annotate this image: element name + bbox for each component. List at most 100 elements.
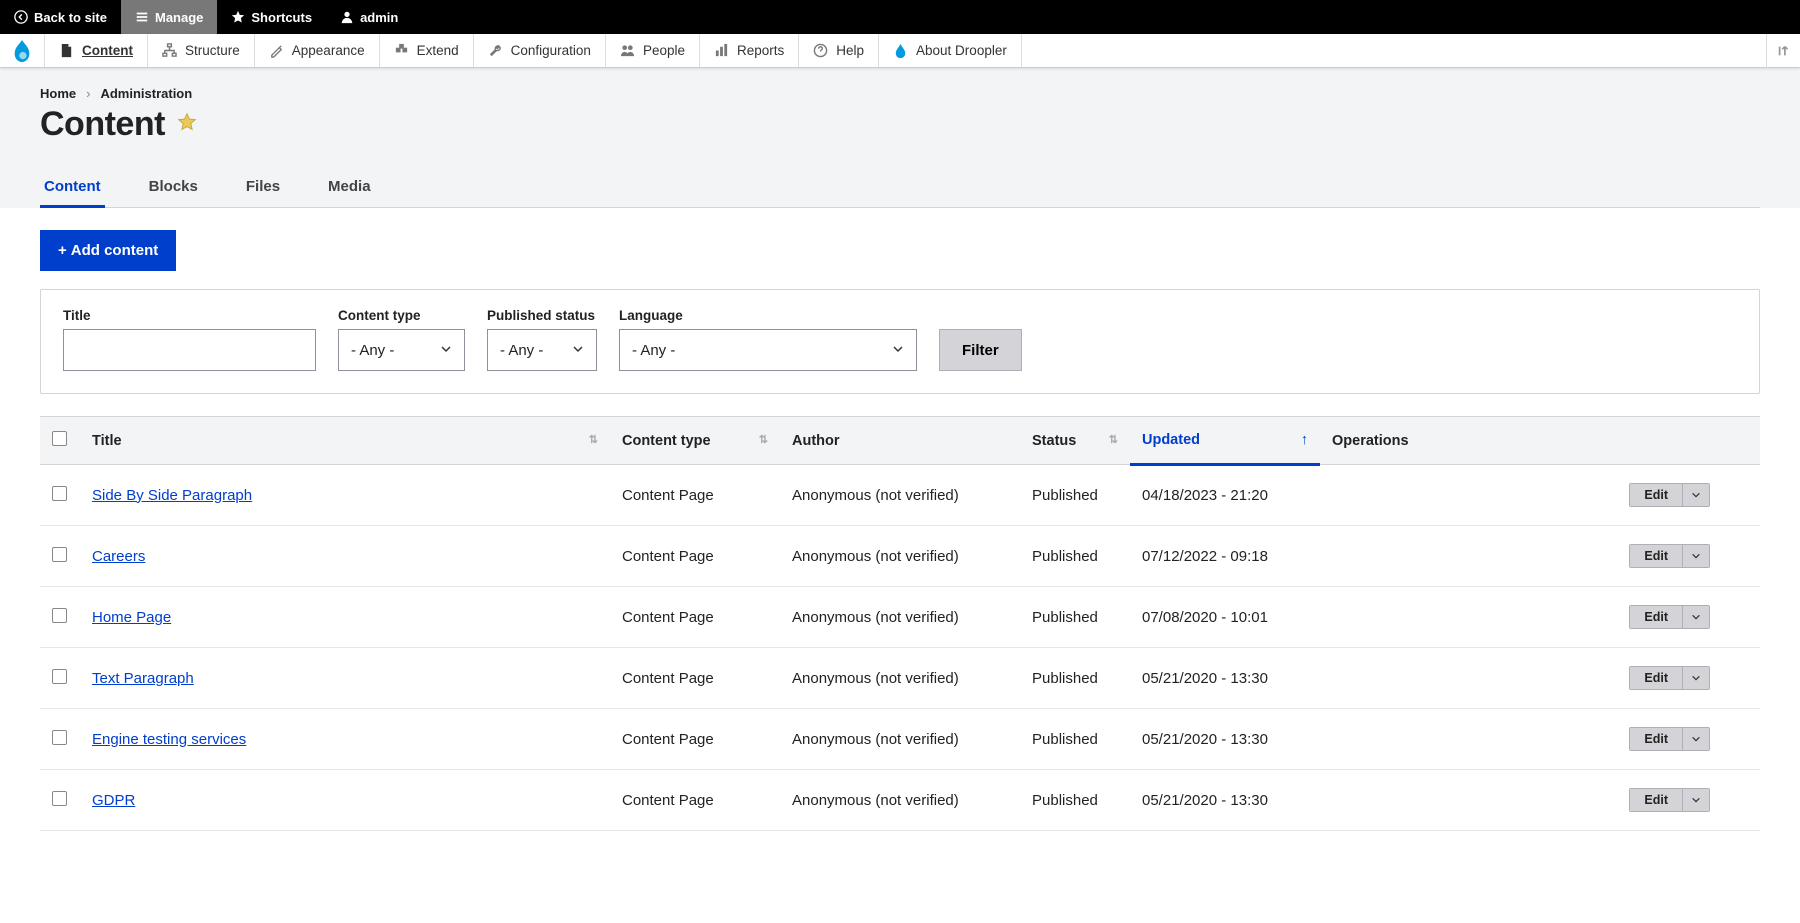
edit-button[interactable]: Edit (1630, 484, 1683, 506)
cell-status: Published (1020, 648, 1130, 709)
user-menu[interactable]: admin (326, 0, 412, 34)
admin-menu-label: Help (836, 43, 864, 58)
table-row: Careers Content PageAnonymous (not verifi… (40, 526, 1760, 587)
content-title-link[interactable]: Text Paragraph (92, 670, 194, 687)
appearance-icon (269, 43, 284, 58)
admin-menu-extend[interactable]: Extend (380, 34, 474, 67)
user-icon (340, 10, 354, 24)
cell-author: Anonymous (not verified) (780, 526, 1020, 587)
col-header-title[interactable]: Title⇅ (80, 417, 610, 465)
reports-icon (714, 43, 729, 58)
content-title-link[interactable]: Engine testing services (92, 731, 246, 748)
sort-icon: ⇅ (1109, 433, 1118, 446)
filter-language-select[interactable]: - Any - (619, 329, 917, 371)
filter-title-input[interactable] (63, 329, 316, 371)
cell-author: Anonymous (not verified) (780, 709, 1020, 770)
operations-dropbutton: Edit (1629, 666, 1710, 690)
admin-menu-configuration[interactable]: Configuration (474, 34, 606, 67)
wrench-icon (488, 43, 503, 58)
table-row: Home PageContent PageAnonymous (not veri… (40, 587, 1760, 648)
col-header-content-type[interactable]: Content type⇅ (610, 417, 780, 465)
tab-content[interactable]: Content (40, 168, 105, 207)
admin-menu-label: Content (82, 43, 133, 58)
select-all-checkbox[interactable] (52, 431, 67, 446)
operations-dropbutton: Edit (1629, 727, 1710, 751)
drupal-logo[interactable] (0, 34, 45, 67)
admin-menu-label: People (643, 43, 685, 58)
row-checkbox[interactable] (52, 486, 67, 501)
breadcrumb-home[interactable]: Home (40, 86, 76, 101)
operations-dropbutton: Edit (1629, 788, 1710, 812)
admin-menu-people[interactable]: People (606, 34, 700, 67)
admin-menu-about-droopler[interactable]: About Droopler (879, 34, 1022, 67)
content-title-link[interactable]: GDPR (92, 792, 135, 809)
chevron-down-icon (572, 342, 584, 359)
col-header-status[interactable]: Status⇅ (1020, 417, 1130, 465)
sort-icon: ⇅ (759, 433, 768, 446)
filter-content-type-select[interactable]: - Any - (338, 329, 465, 371)
file-icon (59, 43, 74, 58)
hamburger-icon (135, 10, 149, 24)
tab-media[interactable]: Media (324, 168, 375, 207)
cell-content-type: Content Page (610, 709, 780, 770)
filter-title-label: Title (63, 308, 316, 323)
row-checkbox[interactable] (52, 669, 67, 684)
toolbar-orientation-toggle[interactable] (1766, 34, 1800, 68)
dropbutton-toggle[interactable] (1683, 484, 1709, 506)
content-title-link[interactable]: Home Page (92, 609, 171, 626)
shortcuts-label: Shortcuts (251, 10, 312, 25)
shortcuts-link[interactable]: Shortcuts (217, 0, 326, 34)
col-header-updated[interactable]: Updated↑ (1130, 417, 1320, 465)
col-header-author[interactable]: Author (780, 417, 1020, 465)
row-checkbox[interactable] (52, 547, 67, 562)
tab-blocks[interactable]: Blocks (145, 168, 202, 207)
edit-button[interactable]: Edit (1630, 789, 1683, 811)
extend-icon (394, 43, 409, 58)
content-title-link[interactable]: Side By Side Paragraph (92, 487, 252, 504)
cell-status: Published (1020, 770, 1130, 831)
cell-status: Published (1020, 465, 1130, 526)
chevron-down-icon (892, 342, 904, 359)
edit-button[interactable]: Edit (1630, 545, 1683, 567)
content-table: Title⇅ Content type⇅ Author Status⇅ Upda… (40, 416, 1760, 831)
plus-icon: + (58, 242, 67, 259)
dropbutton-toggle[interactable] (1683, 789, 1709, 811)
row-checkbox[interactable] (52, 730, 67, 745)
edit-button[interactable]: Edit (1630, 728, 1683, 750)
filter-submit-button[interactable]: Filter (939, 329, 1022, 371)
manage-toggle[interactable]: Manage (121, 0, 217, 34)
operations-dropbutton: Edit (1629, 483, 1710, 507)
admin-menu-label: Extend (417, 43, 459, 58)
dropbutton-toggle[interactable] (1683, 606, 1709, 628)
filter-ps-label: Published status (487, 308, 597, 323)
filter-title-field: Title (63, 308, 316, 371)
content-title-link[interactable]: Careers (92, 548, 145, 565)
edit-button[interactable]: Edit (1630, 606, 1683, 628)
edit-button[interactable]: Edit (1630, 667, 1683, 689)
back-arrow-icon (14, 10, 28, 24)
cell-author: Anonymous (not verified) (780, 648, 1020, 709)
dropbutton-toggle[interactable] (1683, 545, 1709, 567)
dropbutton-toggle[interactable] (1683, 728, 1709, 750)
tab-files[interactable]: Files (242, 168, 284, 207)
cell-status: Published (1020, 587, 1130, 648)
admin-menu-structure[interactable]: Structure (148, 34, 255, 67)
cell-updated: 05/21/2020 - 13:30 (1130, 648, 1320, 709)
filter-language-field: Language - Any - (619, 308, 917, 371)
admin-menu-content[interactable]: Content (45, 34, 148, 67)
admin-menu-help[interactable]: Help (799, 34, 879, 67)
dropbutton-toggle[interactable] (1683, 667, 1709, 689)
breadcrumb-administration[interactable]: Administration (100, 86, 192, 101)
row-checkbox[interactable] (52, 791, 67, 806)
add-content-button[interactable]: +Add content (40, 230, 176, 271)
admin-menu-label: Appearance (292, 43, 365, 58)
star-icon (231, 10, 245, 24)
shortcut-star-icon[interactable] (177, 112, 197, 138)
admin-menu-reports[interactable]: Reports (700, 34, 799, 67)
operations-dropbutton: Edit (1629, 605, 1710, 629)
cell-content-type: Content Page (610, 526, 780, 587)
admin-menu-appearance[interactable]: Appearance (255, 34, 380, 67)
row-checkbox[interactable] (52, 608, 67, 623)
filter-published-status-select[interactable]: - Any - (487, 329, 597, 371)
back-to-site-link[interactable]: Back to site (0, 0, 121, 34)
